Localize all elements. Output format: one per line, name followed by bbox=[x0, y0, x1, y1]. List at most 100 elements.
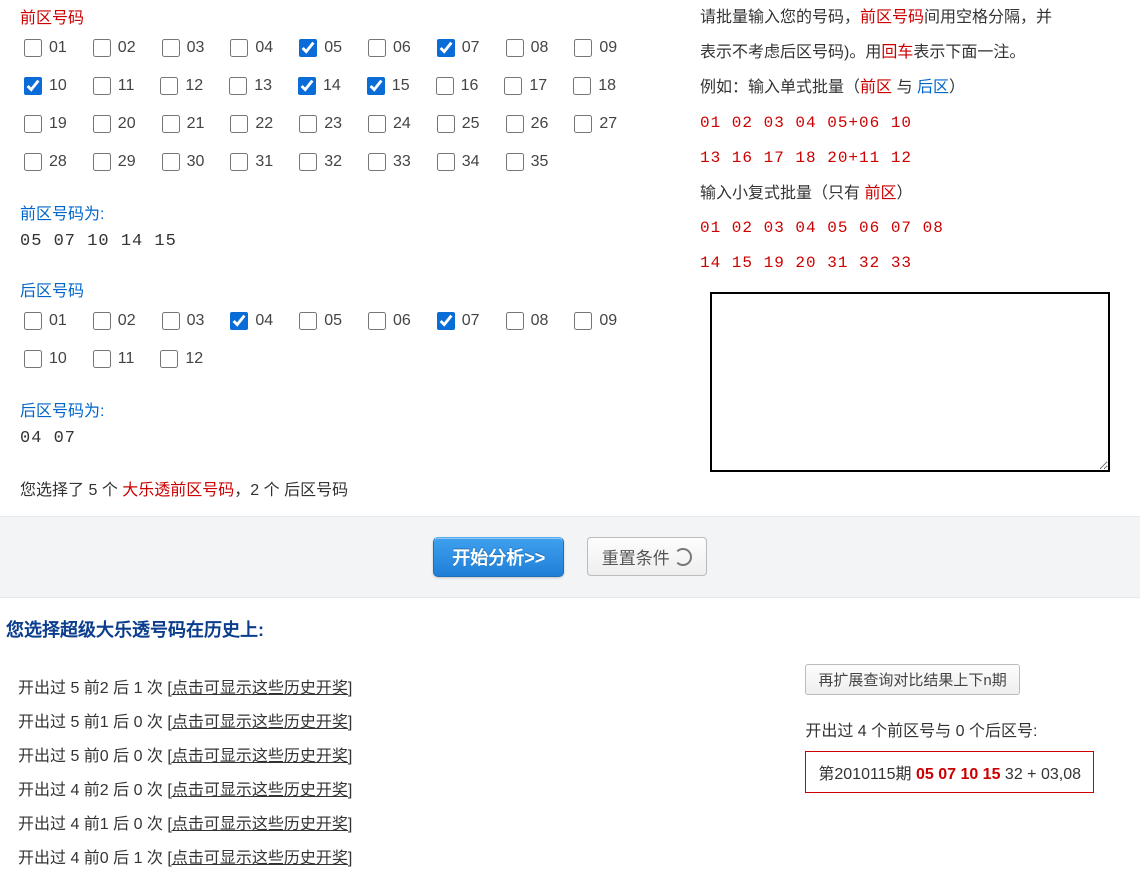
back-number-09[interactable]: 09 bbox=[570, 309, 617, 333]
front-number-21[interactable]: 21 bbox=[158, 112, 205, 136]
front-checkbox-30[interactable] bbox=[162, 153, 180, 171]
reset-button[interactable]: 重置条件 bbox=[587, 537, 707, 576]
back-number-01[interactable]: 01 bbox=[20, 309, 67, 333]
front-number-27[interactable]: 27 bbox=[570, 112, 617, 136]
front-number-31[interactable]: 31 bbox=[226, 150, 273, 174]
front-number-28[interactable]: 28 bbox=[20, 150, 67, 174]
front-number-09[interactable]: 09 bbox=[570, 36, 617, 60]
back-checkbox-12[interactable] bbox=[160, 350, 178, 368]
back-checkbox-02[interactable] bbox=[93, 312, 111, 330]
back-checkbox-09[interactable] bbox=[574, 312, 592, 330]
back-checkbox-04[interactable] bbox=[230, 312, 248, 330]
front-checkbox-33[interactable] bbox=[368, 153, 386, 171]
front-number-24[interactable]: 24 bbox=[364, 112, 411, 136]
front-number-25[interactable]: 25 bbox=[433, 112, 480, 136]
front-number-14[interactable]: 14 bbox=[294, 74, 341, 98]
back-number-04[interactable]: 04 bbox=[226, 309, 273, 333]
front-number-02[interactable]: 02 bbox=[89, 36, 136, 60]
front-checkbox-02[interactable] bbox=[93, 39, 111, 57]
front-checkbox-32[interactable] bbox=[299, 153, 317, 171]
back-checkbox-07[interactable] bbox=[437, 312, 455, 330]
front-checkbox-18[interactable] bbox=[573, 77, 591, 95]
front-checkbox-14[interactable] bbox=[298, 77, 316, 95]
front-number-03[interactable]: 03 bbox=[158, 36, 205, 60]
front-checkbox-12[interactable] bbox=[160, 77, 178, 95]
front-number-30[interactable]: 30 bbox=[158, 150, 205, 174]
front-number-32[interactable]: 32 bbox=[295, 150, 342, 174]
front-checkbox-08[interactable] bbox=[506, 39, 524, 57]
front-checkbox-24[interactable] bbox=[368, 115, 386, 133]
back-number-11[interactable]: 11 bbox=[89, 347, 135, 371]
back-checkbox-03[interactable] bbox=[162, 312, 180, 330]
front-number-12[interactable]: 12 bbox=[156, 74, 203, 98]
back-number-02[interactable]: 02 bbox=[89, 309, 136, 333]
front-number-35[interactable]: 35 bbox=[502, 150, 549, 174]
front-checkbox-21[interactable] bbox=[162, 115, 180, 133]
front-checkbox-26[interactable] bbox=[506, 115, 524, 133]
front-number-07[interactable]: 07 bbox=[433, 36, 480, 60]
back-number-12[interactable]: 12 bbox=[156, 347, 203, 371]
front-checkbox-04[interactable] bbox=[230, 39, 248, 57]
front-checkbox-29[interactable] bbox=[93, 153, 111, 171]
analyze-button[interactable]: 开始分析>> bbox=[433, 537, 564, 577]
front-checkbox-07[interactable] bbox=[437, 39, 455, 57]
front-number-33[interactable]: 33 bbox=[364, 150, 411, 174]
front-checkbox-34[interactable] bbox=[437, 153, 455, 171]
front-number-34[interactable]: 34 bbox=[433, 150, 480, 174]
front-number-05[interactable]: 05 bbox=[295, 36, 342, 60]
front-checkbox-03[interactable] bbox=[162, 39, 180, 57]
front-number-26[interactable]: 26 bbox=[502, 112, 549, 136]
back-checkbox-05[interactable] bbox=[299, 312, 317, 330]
front-number-15[interactable]: 15 bbox=[363, 74, 410, 98]
back-number-03[interactable]: 03 bbox=[158, 309, 205, 333]
front-checkbox-13[interactable] bbox=[229, 77, 247, 95]
back-checkbox-01[interactable] bbox=[24, 312, 42, 330]
back-number-10[interactable]: 10 bbox=[20, 347, 67, 371]
front-checkbox-27[interactable] bbox=[574, 115, 592, 133]
front-number-22[interactable]: 22 bbox=[226, 112, 273, 136]
front-checkbox-09[interactable] bbox=[574, 39, 592, 57]
front-number-16[interactable]: 16 bbox=[432, 74, 479, 98]
show-history-link[interactable]: [点击可显示这些历史开奖] bbox=[167, 680, 352, 697]
front-checkbox-22[interactable] bbox=[230, 115, 248, 133]
front-number-18[interactable]: 18 bbox=[569, 74, 616, 98]
front-number-08[interactable]: 08 bbox=[502, 36, 549, 60]
back-checkbox-11[interactable] bbox=[93, 350, 111, 368]
front-checkbox-23[interactable] bbox=[299, 115, 317, 133]
show-history-link[interactable]: [点击可显示这些历史开奖] bbox=[167, 748, 352, 765]
front-checkbox-10[interactable] bbox=[24, 77, 42, 95]
front-number-04[interactable]: 04 bbox=[226, 36, 273, 60]
batch-input-textarea[interactable] bbox=[710, 292, 1110, 472]
front-checkbox-28[interactable] bbox=[24, 153, 42, 171]
back-number-05[interactable]: 05 bbox=[295, 309, 342, 333]
front-checkbox-06[interactable] bbox=[368, 39, 386, 57]
back-number-06[interactable]: 06 bbox=[364, 309, 411, 333]
front-checkbox-15[interactable] bbox=[367, 77, 385, 95]
front-checkbox-19[interactable] bbox=[24, 115, 42, 133]
front-number-06[interactable]: 06 bbox=[364, 36, 411, 60]
front-checkbox-05[interactable] bbox=[299, 39, 317, 57]
front-checkbox-35[interactable] bbox=[506, 153, 524, 171]
back-checkbox-08[interactable] bbox=[506, 312, 524, 330]
front-number-23[interactable]: 23 bbox=[295, 112, 342, 136]
front-checkbox-20[interactable] bbox=[93, 115, 111, 133]
back-number-08[interactable]: 08 bbox=[502, 309, 549, 333]
front-number-01[interactable]: 01 bbox=[20, 36, 67, 60]
front-checkbox-16[interactable] bbox=[436, 77, 454, 95]
expand-query-button[interactable]: 再扩展查询对比结果上下n期 bbox=[805, 664, 1019, 695]
front-number-11[interactable]: 11 bbox=[89, 74, 135, 98]
back-number-07[interactable]: 07 bbox=[433, 309, 480, 333]
front-checkbox-31[interactable] bbox=[230, 153, 248, 171]
back-checkbox-10[interactable] bbox=[24, 350, 42, 368]
show-history-link[interactable]: [点击可显示这些历史开奖] bbox=[167, 782, 352, 799]
front-checkbox-25[interactable] bbox=[437, 115, 455, 133]
front-number-10[interactable]: 10 bbox=[20, 74, 67, 98]
front-number-17[interactable]: 17 bbox=[500, 74, 547, 98]
show-history-link[interactable]: [点击可显示这些历史开奖] bbox=[167, 714, 352, 731]
front-number-29[interactable]: 29 bbox=[89, 150, 136, 174]
show-history-link[interactable]: [点击可显示这些历史开奖] bbox=[167, 816, 352, 833]
back-checkbox-06[interactable] bbox=[368, 312, 386, 330]
front-checkbox-11[interactable] bbox=[93, 77, 111, 95]
front-number-13[interactable]: 13 bbox=[225, 74, 272, 98]
front-number-19[interactable]: 19 bbox=[20, 112, 67, 136]
